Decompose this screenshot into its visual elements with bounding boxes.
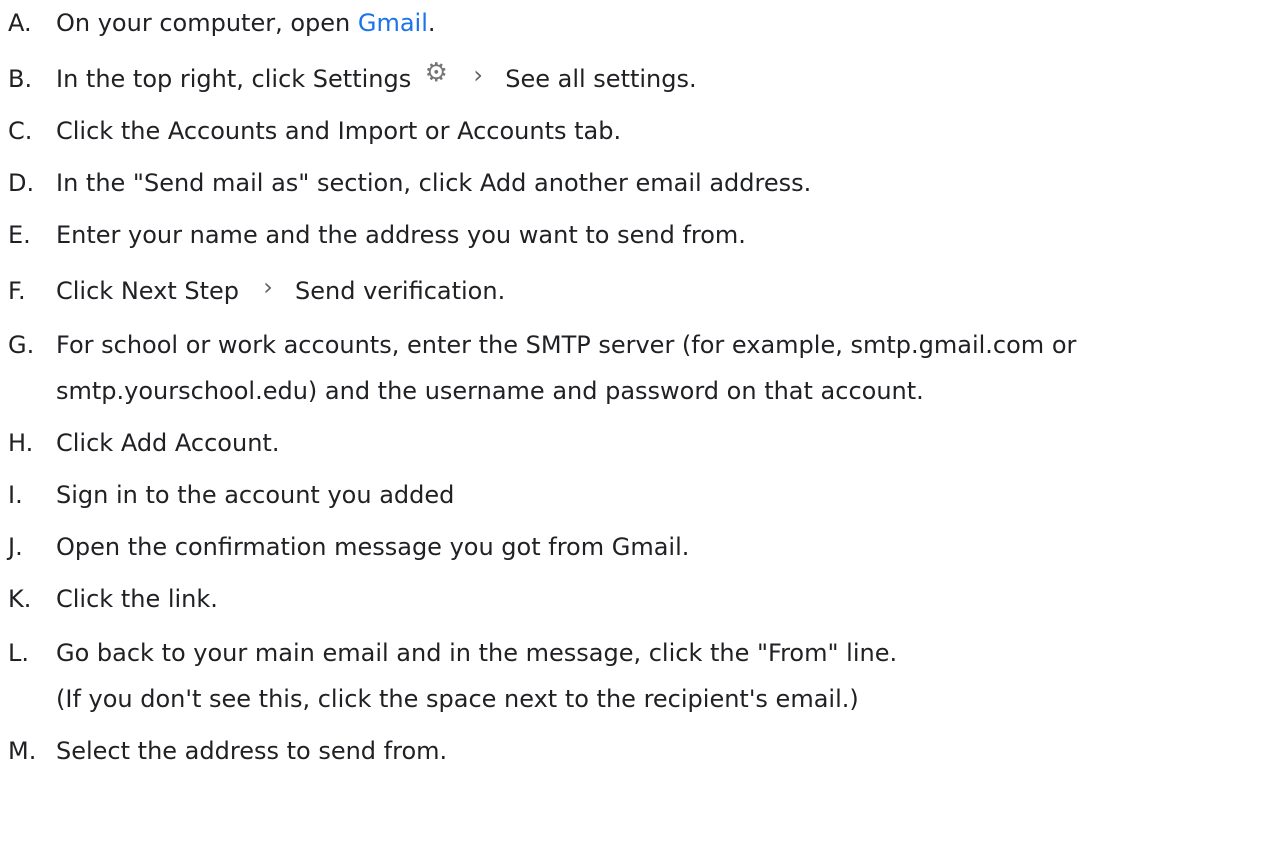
step-text-part: See all settings. xyxy=(505,65,697,93)
step-text: Select the address to send from. xyxy=(56,737,448,765)
chevron-right-icon: › xyxy=(263,273,273,301)
step-text-part: Click Next Step xyxy=(56,277,239,305)
step-marker: L. xyxy=(8,639,29,667)
gmail-link[interactable]: Gmail xyxy=(358,9,428,37)
step-text-continued: smtp.yourschool.edu) and the username an… xyxy=(56,377,924,405)
step-text: Open the confirmation message you got fr… xyxy=(56,533,690,561)
step-text: Click Add Account. xyxy=(56,429,280,457)
step-text: In the "Send mail as" section, click Add… xyxy=(56,169,812,197)
step-text: Click the Accounts and Import or Account… xyxy=(56,117,622,145)
step-marker: A. xyxy=(8,9,32,37)
step-text: Sign in to the account you added xyxy=(56,481,455,509)
gear-icon: ⚙ xyxy=(424,58,448,88)
step-text-part: On your computer, open xyxy=(56,9,358,37)
step-text: For school or work accounts, enter the S… xyxy=(56,331,1077,359)
step-text: Click the link. xyxy=(56,585,218,613)
step-marker: F. xyxy=(8,277,26,305)
step-text-continued: (If you don't see this, click the space … xyxy=(56,685,859,713)
step-marker: B. xyxy=(8,65,33,93)
chevron-right-icon: › xyxy=(473,61,484,89)
step-text: Click Next Step › Send verification. xyxy=(56,268,505,314)
step-marker: E. xyxy=(8,221,31,249)
step-marker: D. xyxy=(8,169,35,197)
step-text: Go back to your main email and in the me… xyxy=(56,639,898,667)
step-marker: M. xyxy=(8,737,37,765)
step-marker: K. xyxy=(8,585,32,613)
step-text: In the top right, click Settings ⚙ › See al… xyxy=(56,56,697,102)
step-marker: G. xyxy=(8,331,35,359)
step-text: Enter your name and the address you want… xyxy=(56,221,746,249)
step-marker: I. xyxy=(8,481,23,509)
step-text-part: In the top right, click Settings xyxy=(56,65,412,93)
step-marker: H. xyxy=(8,429,34,457)
step-text-part: Send verification. xyxy=(295,277,506,305)
step-marker: J. xyxy=(8,533,23,561)
step-text-part: . xyxy=(427,9,436,37)
step-marker: C. xyxy=(8,117,33,145)
step-text: On your computer, open Gmail. xyxy=(56,0,436,46)
